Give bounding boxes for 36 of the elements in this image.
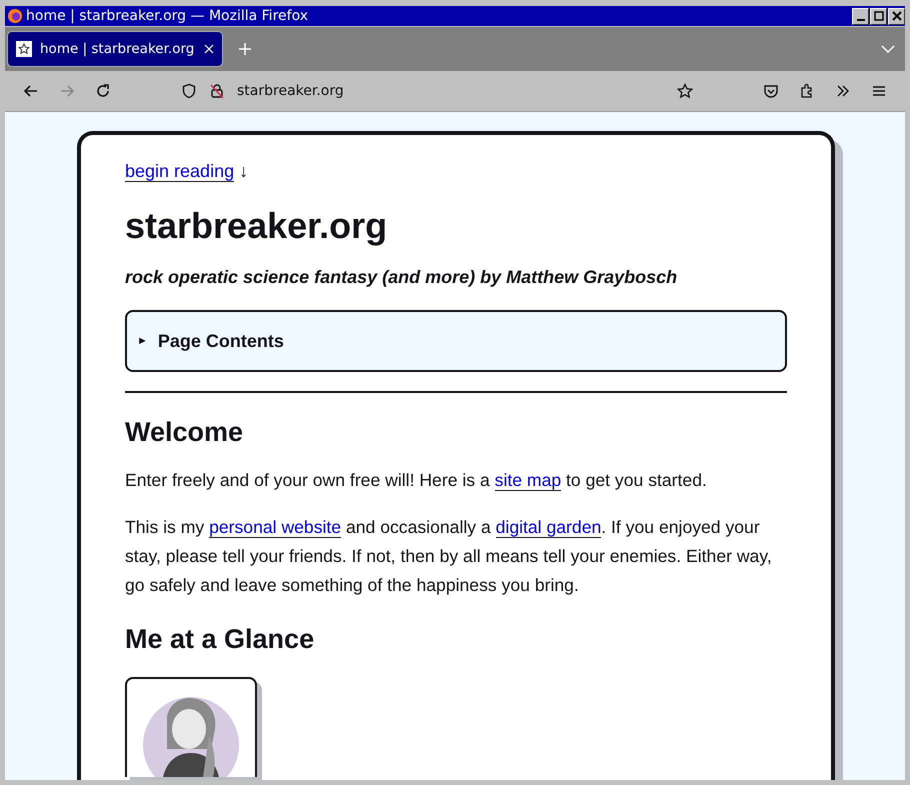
summary-label: Page Contents xyxy=(158,330,284,352)
text-link[interactable]: digital garden xyxy=(496,517,602,538)
close-icon xyxy=(890,10,902,22)
paragraph: This is my personal website and occasionally a digital garden. If you enjoyed your stay, please tell your friends. If not, then by all means tell your enemies. Either way, go safely and leave something of the happiness you bring. xyxy=(125,516,773,598)
text-link[interactable]: site map xyxy=(494,470,562,492)
site-subtitle: rock operatic science fantasy (and more) by Matthew Graybosch xyxy=(125,267,678,288)
maximize-icon xyxy=(872,10,884,22)
site-title: starbreaker.org xyxy=(125,204,388,248)
back-icon[interactable] xyxy=(23,83,39,99)
section-heading: Welcome xyxy=(125,417,244,448)
down-arrow: ↓ xyxy=(239,161,248,181)
tab-title: home | starbreaker.org xyxy=(40,41,196,57)
fox-logo-icon xyxy=(7,8,23,24)
star-icon xyxy=(16,41,32,57)
shield-icon[interactable] xyxy=(181,83,197,99)
close-button[interactable] xyxy=(888,8,905,24)
insecure-lock-icon[interactable] xyxy=(209,83,225,99)
page-contents-disclosure[interactable]: ► Page Contents xyxy=(125,310,787,372)
marker-label: ► xyxy=(137,335,148,348)
section-heading: Me at a Glance xyxy=(125,624,316,656)
chevrons-right-icon[interactable] xyxy=(835,83,851,99)
chevron-down-icon[interactable] xyxy=(881,45,895,53)
minimize-button[interactable] xyxy=(852,8,869,24)
reload-icon[interactable] xyxy=(95,83,111,99)
browser-tab[interactable]: home | starbreaker.org xyxy=(8,32,222,66)
star-icon[interactable] xyxy=(677,83,693,99)
address-field[interactable]: starbreaker.org xyxy=(237,83,677,99)
minimize-icon xyxy=(856,19,864,21)
new-tab-icon[interactable] xyxy=(238,42,252,56)
pocket-icon[interactable] xyxy=(763,83,779,99)
close-icon[interactable] xyxy=(204,44,214,54)
text-link[interactable]: personal website xyxy=(209,517,342,538)
paragraph: Enter freely and of your own free will! Here is a site map to get you started. xyxy=(125,469,708,494)
begin-reading-link[interactable]: begin reading xyxy=(125,161,234,182)
window-title: home | starbreaker.org — Mozilla Firefox xyxy=(26,8,309,24)
maximize-button[interactable] xyxy=(870,8,887,24)
